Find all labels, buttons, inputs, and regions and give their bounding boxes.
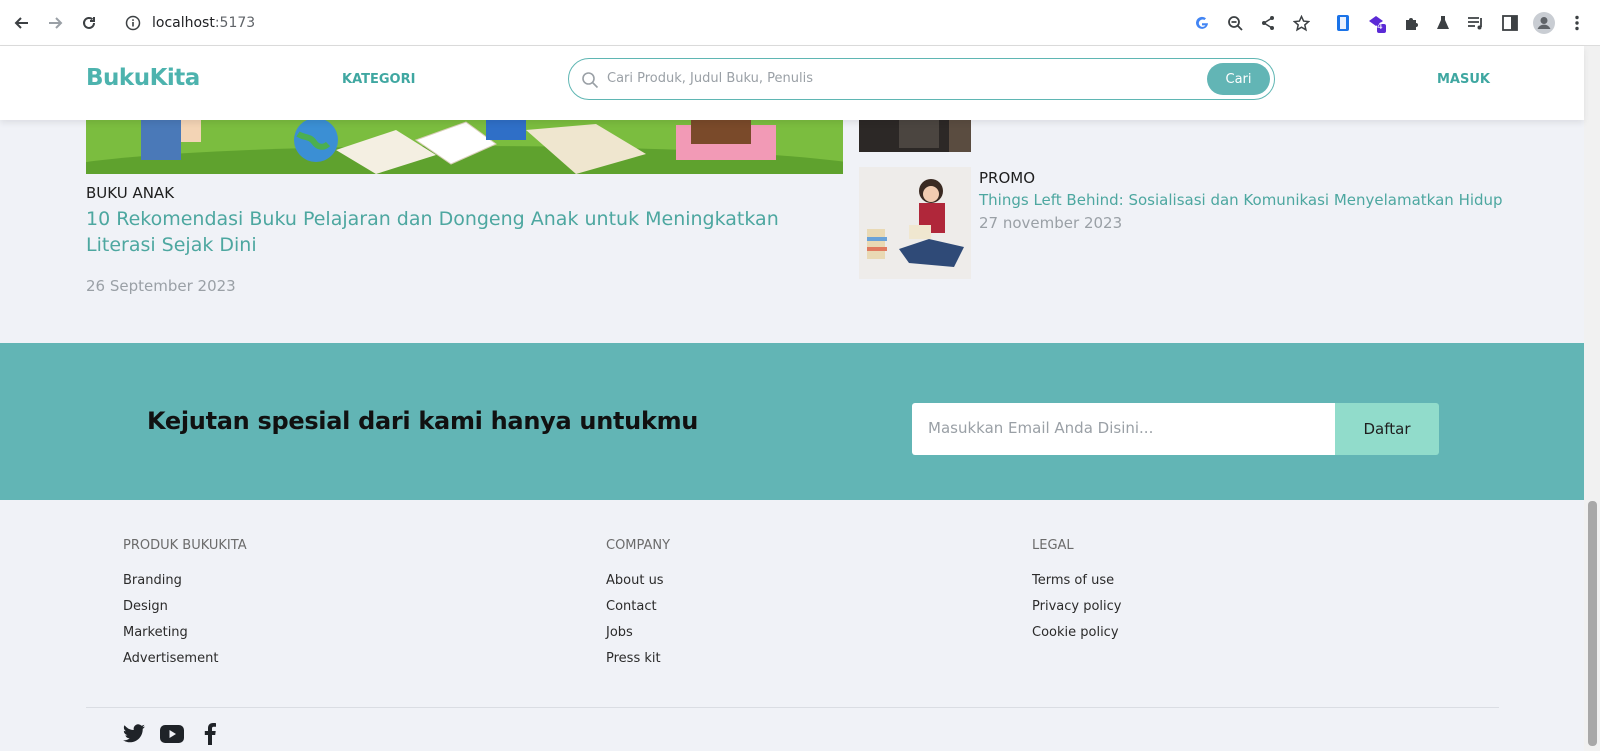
youtube-icon[interactable]: [160, 722, 184, 746]
address-bar[interactable]: localhost:5173: [116, 8, 1316, 38]
page-scrollbar[interactable]: [1584, 46, 1600, 751]
twitter-icon[interactable]: [122, 722, 146, 746]
site-logo[interactable]: BukuKita: [86, 65, 200, 91]
footer-column-title: PRODUK BUKUKITA: [123, 538, 247, 553]
footer-column-produk: PRODUK BUKUKITA Branding Design Marketin…: [123, 538, 247, 676]
sidepanel-icon[interactable]: [1499, 12, 1521, 34]
promo-article-date: 27 november 2023: [979, 214, 1123, 232]
kategori-link[interactable]: KATEGORI: [342, 72, 415, 87]
google-icon[interactable]: [1191, 12, 1213, 34]
footer-link-jobs[interactable]: Jobs: [606, 624, 670, 650]
footer-link-design[interactable]: Design: [123, 598, 247, 624]
puzzle-icon[interactable]: [1400, 12, 1422, 34]
footer-link-advertisement[interactable]: Advertisement: [123, 650, 247, 676]
star-icon[interactable]: [1290, 12, 1312, 34]
side-article-thumbnail-top[interactable]: [859, 120, 971, 152]
scrollbar-thumb[interactable]: [1588, 501, 1597, 746]
subscribe-button[interactable]: Daftar: [1335, 403, 1439, 455]
extension-badge-icon[interactable]: 4: [1365, 12, 1387, 34]
facebook-icon[interactable]: [198, 722, 222, 746]
login-link[interactable]: MASUK: [1437, 72, 1490, 87]
footer-link-cookie[interactable]: Cookie policy: [1032, 624, 1121, 650]
browser-toolbar: localhost:5173 4: [0, 0, 1600, 46]
footer-link-marketing[interactable]: Marketing: [123, 624, 247, 650]
profile-icon[interactable]: [1533, 12, 1555, 34]
promo-article-category: PROMO: [979, 169, 1036, 187]
footer-link-branding[interactable]: Branding: [123, 572, 247, 598]
promo-article-thumbnail[interactable]: [859, 167, 971, 279]
url-text: localhost:5173: [152, 15, 255, 31]
url-port: :5173: [214, 15, 256, 31]
footer-column-legal: LEGAL Terms of use Privacy policy Cookie…: [1032, 538, 1121, 650]
footer-link-contact[interactable]: Contact: [606, 598, 670, 624]
promo-article-title[interactable]: Things Left Behind: Sosialisasi dan Komu…: [979, 191, 1503, 209]
newsletter-heading: Kejutan spesial dari kami hanya untukmu: [147, 407, 699, 435]
zoom-icon[interactable]: [1224, 12, 1246, 34]
search-icon: [581, 71, 599, 89]
footer-column-company: COMPANY About us Contact Jobs Press kit: [606, 538, 670, 676]
extension-badge-count: 4: [1377, 22, 1383, 32]
site-header: BukuKita KATEGORI Cari Produk, Judul Buk…: [0, 46, 1584, 120]
reload-icon[interactable]: [77, 11, 101, 35]
logo-part2: Kita: [149, 65, 201, 91]
footer-link-terms[interactable]: Terms of use: [1032, 572, 1121, 598]
search-input[interactable]: Cari Produk, Judul Buku, Penulis: [607, 71, 813, 86]
extension-icon[interactable]: [1332, 12, 1354, 34]
info-icon[interactable]: [124, 14, 142, 32]
forward-icon[interactable]: [43, 11, 67, 35]
footer-link-privacy[interactable]: Privacy policy: [1032, 598, 1121, 624]
footer-link-about[interactable]: About us: [606, 572, 670, 598]
back-icon[interactable]: [10, 11, 34, 35]
search-bar: Cari Produk, Judul Buku, Penulis Cari: [568, 58, 1275, 100]
search-button[interactable]: Cari: [1207, 63, 1270, 95]
newsletter-email-input[interactable]: Masukkan Email Anda Disini...: [912, 403, 1336, 455]
menu-icon[interactable]: [1566, 12, 1588, 34]
featured-article-date: 26 September 2023: [86, 277, 236, 295]
footer-column-title: COMPANY: [606, 538, 671, 553]
featured-article-image[interactable]: [86, 120, 843, 174]
lab-icon[interactable]: [1432, 12, 1454, 34]
logo-part1: Buku: [86, 65, 150, 91]
featured-article-category: BUKU ANAK: [86, 184, 175, 202]
media-icon[interactable]: [1465, 12, 1487, 34]
footer-link-presskit[interactable]: Press kit: [606, 650, 670, 676]
share-icon[interactable]: [1257, 12, 1279, 34]
url-host: localhost: [152, 15, 215, 31]
featured-article-title[interactable]: 10 Rekomendasi Buku Pelajaran dan Dongen…: [86, 206, 846, 258]
footer-divider: [86, 707, 1499, 708]
newsletter-section: Kejutan spesial dari kami hanya untukmu …: [0, 343, 1584, 500]
email-placeholder: Masukkan Email Anda Disini...: [928, 419, 1154, 437]
footer-column-title: LEGAL: [1032, 538, 1074, 553]
